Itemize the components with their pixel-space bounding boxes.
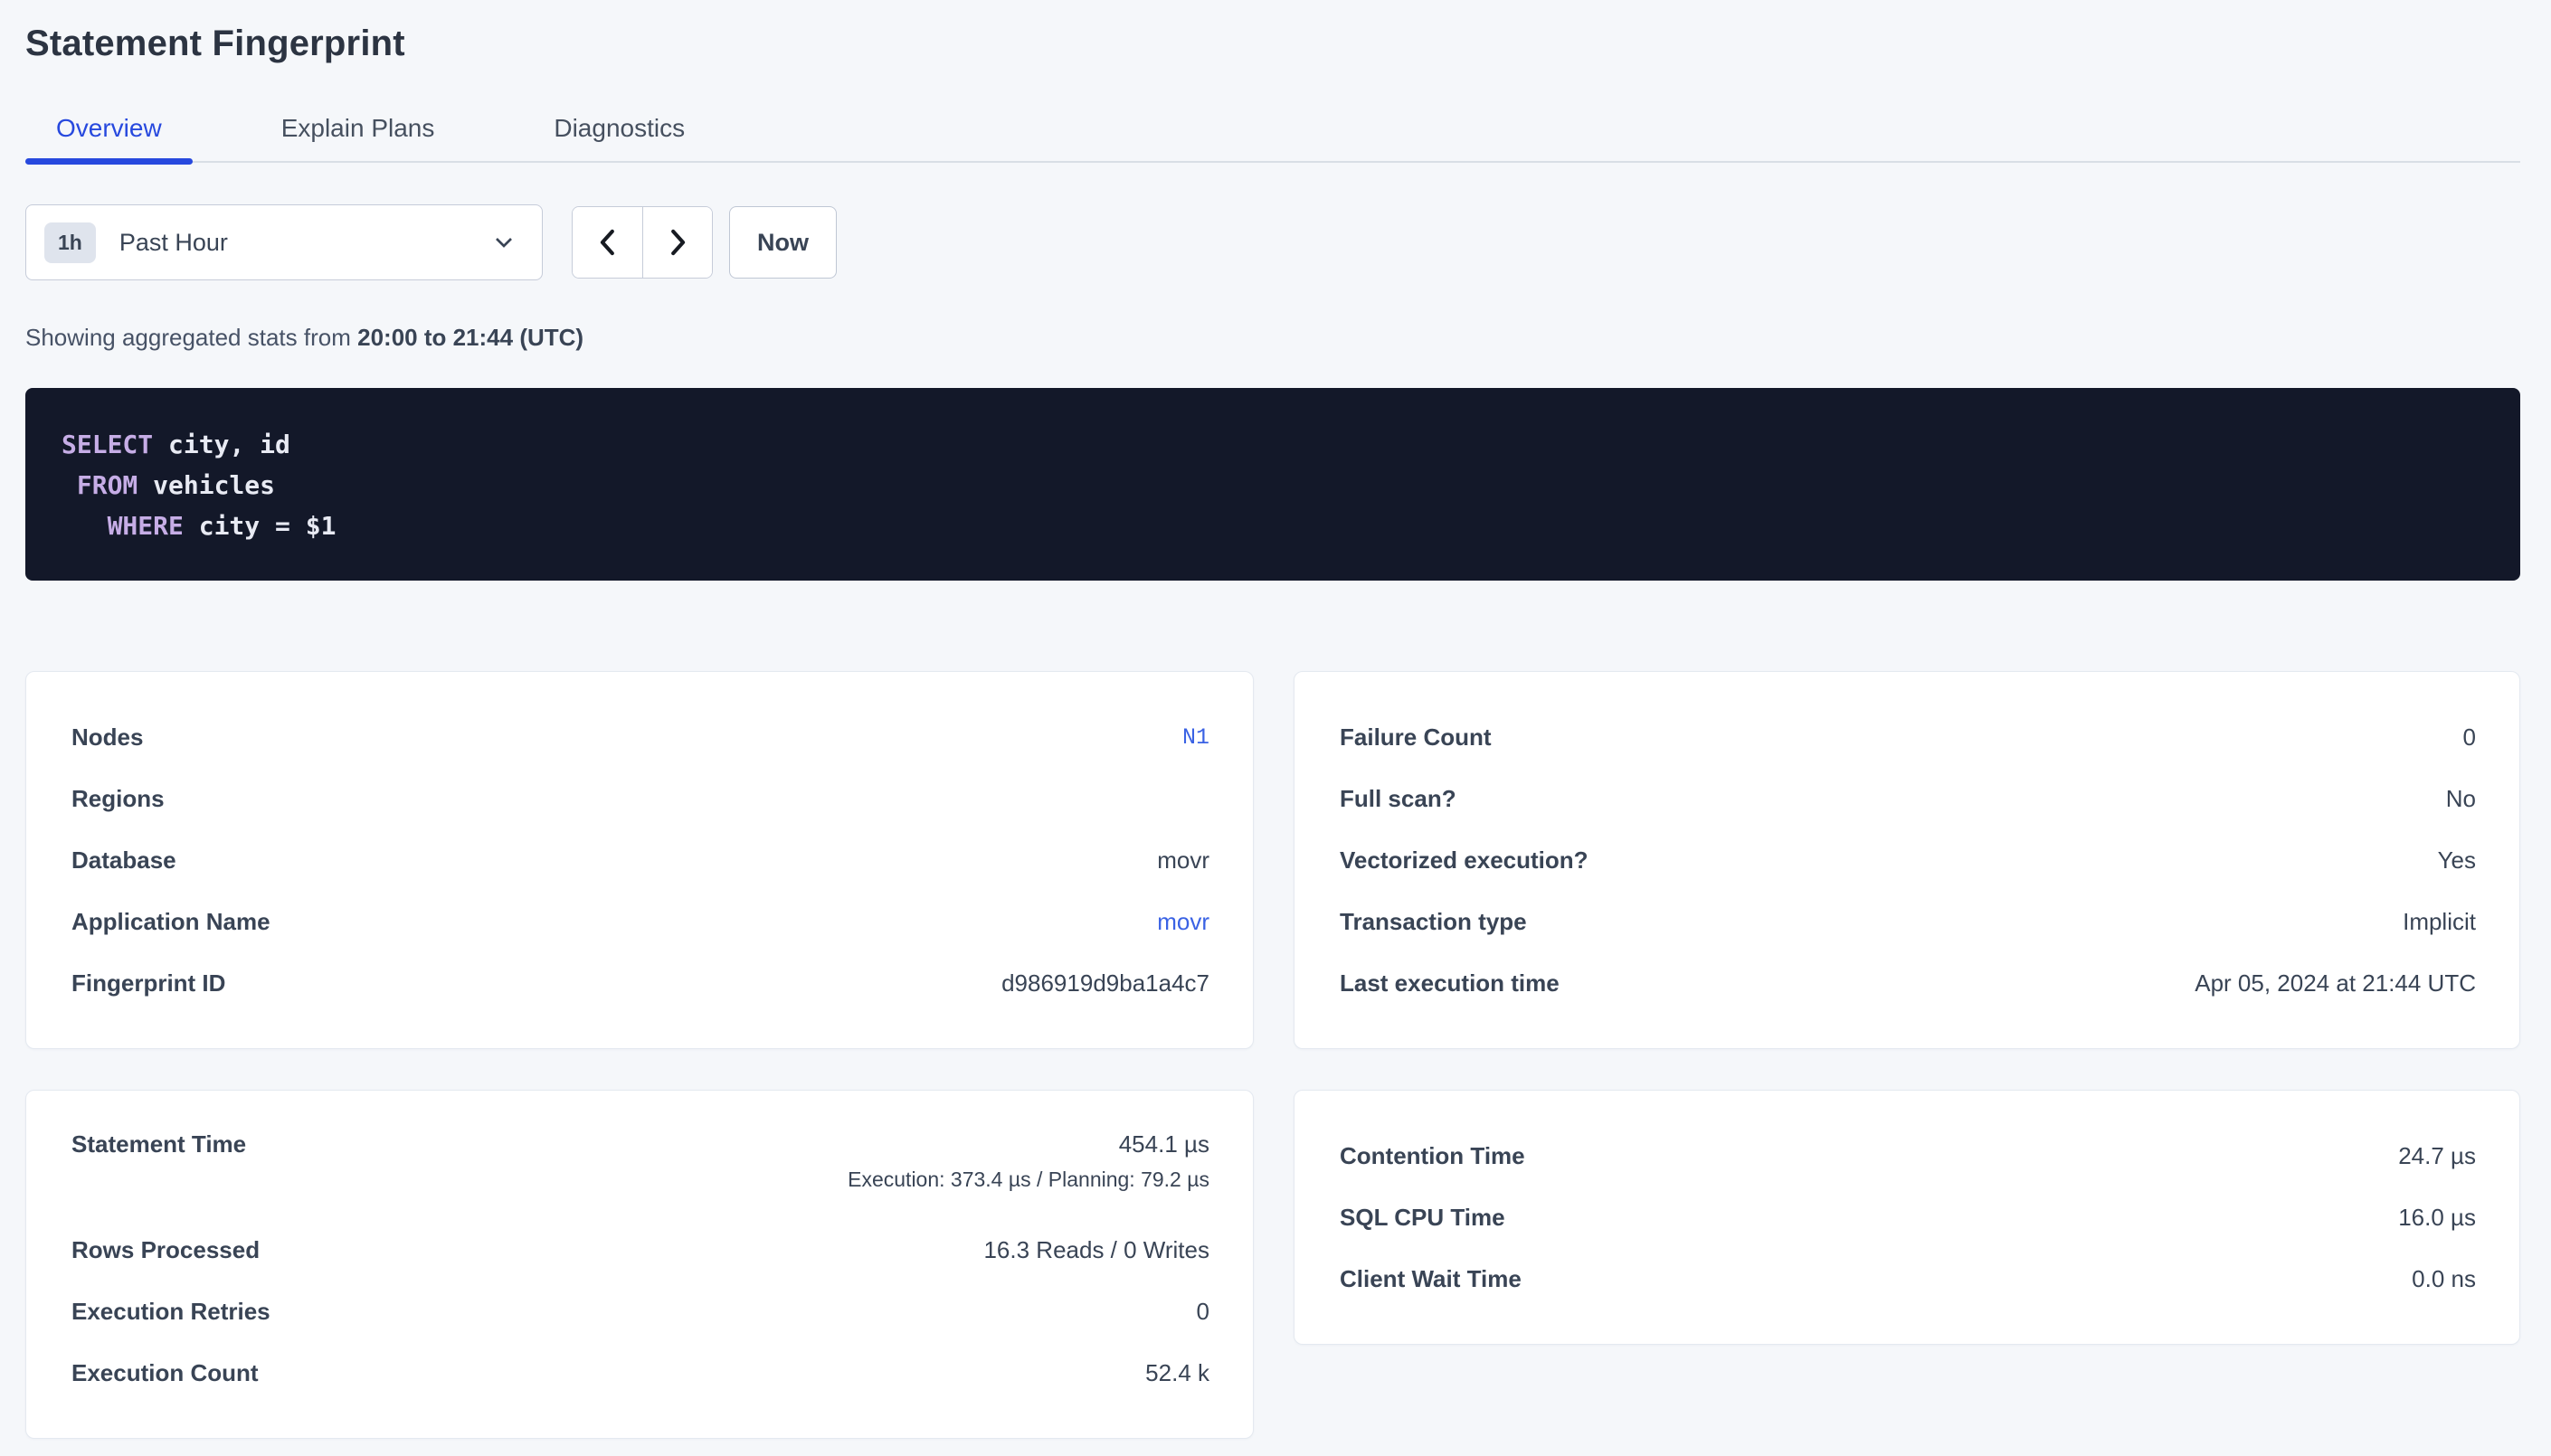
- chevron-left-icon: [594, 227, 621, 258]
- row-label: Fingerprint ID: [71, 969, 225, 997]
- row-value: movr: [1157, 846, 1209, 875]
- table-row: Database movr: [71, 829, 1209, 891]
- aggregated-stats-line: Showing aggregated stats from 20:00 to 2…: [25, 324, 2520, 352]
- page-title: Statement Fingerprint: [25, 24, 2520, 63]
- tab-overview[interactable]: Overview: [25, 114, 193, 161]
- row-label: Transaction type: [1340, 908, 1527, 936]
- statement-performance-card: Statement Time 454.1 µs Execution: 373.4…: [25, 1090, 1254, 1439]
- table-row: Transaction type Implicit: [1340, 891, 2476, 952]
- row-label: Application Name: [71, 908, 270, 936]
- time-step-buttons: [572, 206, 713, 279]
- row-value: 0.0 ns: [2412, 1265, 2476, 1293]
- tab-diagnostics[interactable]: Diagnostics: [523, 114, 716, 161]
- row-label: Failure Count: [1340, 723, 1492, 752]
- row-value: Yes: [2438, 846, 2476, 875]
- table-row: Execution Retries 0: [71, 1281, 1209, 1342]
- row-label: Execution Count: [71, 1359, 259, 1387]
- table-row: Rows Processed 16.3 Reads / 0 Writes: [71, 1219, 1209, 1281]
- stats-line-prefix: Showing aggregated stats from: [25, 324, 357, 351]
- time-controls: 1h Past Hour Now: [25, 204, 2520, 280]
- row-label: Statement Time: [71, 1130, 246, 1158]
- tab-explain-plans[interactable]: Explain Plans: [251, 114, 466, 161]
- node-link[interactable]: N1: [1182, 724, 1209, 751]
- row-label: Vectorized execution?: [1340, 846, 1588, 875]
- sql-keyword: FROM: [62, 470, 138, 500]
- application-name-link[interactable]: movr: [1157, 908, 1209, 936]
- row-label: Nodes: [71, 723, 143, 752]
- fingerprint-id-value: d986919d9ba1a4c7: [1001, 969, 1209, 997]
- table-row: Statement Time 454.1 µs Execution: 373.4…: [71, 1125, 1209, 1219]
- row-value: 454.1 µs: [1119, 1130, 1209, 1158]
- row-value-group: 454.1 µs Execution: 373.4 µs / Planning:…: [848, 1130, 1209, 1192]
- sql-keyword: WHERE: [62, 511, 184, 541]
- previous-interval-button[interactable]: [573, 207, 642, 278]
- row-label: Execution Retries: [71, 1298, 270, 1326]
- time-range-dropdown[interactable]: 1h Past Hour: [25, 204, 543, 280]
- table-row: Vectorized execution? Yes: [1340, 829, 2476, 891]
- row-value: 0: [1197, 1298, 1209, 1326]
- row-value: 0: [2463, 723, 2476, 752]
- row-label: Database: [71, 846, 176, 875]
- table-row: Nodes N1: [71, 706, 1209, 768]
- row-subvalue: Execution: 373.4 µs / Planning: 79.2 µs: [848, 1168, 1209, 1192]
- row-label: Rows Processed: [71, 1236, 260, 1264]
- table-row: Last execution time Apr 05, 2024 at 21:4…: [1340, 952, 2476, 1014]
- statement-info-card: Nodes N1 Regions Database movr Applicati…: [25, 671, 1254, 1049]
- table-row: Full scan? No: [1340, 768, 2476, 829]
- table-row: SQL CPU Time 16.0 µs: [1340, 1187, 2476, 1248]
- table-row: Execution Count 52.4 k: [71, 1342, 1209, 1404]
- row-value: 16.0 µs: [2398, 1204, 2476, 1232]
- summary-cards: Nodes N1 Regions Database movr Applicati…: [25, 671, 2520, 1439]
- row-label: Client Wait Time: [1340, 1265, 1522, 1293]
- sql-keyword: SELECT: [62, 430, 153, 459]
- table-row: Failure Count 0: [1340, 706, 2476, 768]
- row-label: Contention Time: [1340, 1142, 1525, 1170]
- table-row: Fingerprint ID d986919d9ba1a4c7: [71, 952, 1209, 1014]
- statement-fingerprint-page: Statement Fingerprint Overview Explain P…: [0, 0, 2551, 1439]
- row-value: 52.4 k: [1145, 1359, 1209, 1387]
- row-value: Implicit: [2403, 908, 2476, 936]
- time-range-label: Past Hour: [119, 229, 228, 257]
- table-row: Contention Time 24.7 µs: [1340, 1125, 2476, 1187]
- last-execution-time-value: Apr 05, 2024 at 21:44 UTC: [2195, 969, 2476, 997]
- table-row: Application Name movr: [71, 891, 1209, 952]
- row-value: No: [2446, 785, 2476, 813]
- sql-statement-box: SELECT city, id FROM vehicles WHERE city…: [25, 388, 2520, 581]
- interval-badge: 1h: [44, 222, 96, 263]
- row-value: 16.3 Reads / 0 Writes: [983, 1236, 1209, 1264]
- sql-text: city, id: [153, 430, 290, 459]
- row-label: Full scan?: [1340, 785, 1456, 813]
- sql-statement: SELECT city, id FROM vehicles WHERE city…: [62, 424, 2484, 546]
- row-label: Last execution time: [1340, 969, 1560, 997]
- sql-text: city = $1: [184, 511, 337, 541]
- row-value: 24.7 µs: [2398, 1142, 2476, 1170]
- stats-line-range: 20:00 to 21:44 (UTC): [357, 324, 583, 351]
- sql-text: vehicles: [138, 470, 275, 500]
- next-interval-button[interactable]: [642, 207, 712, 278]
- tab-bar: Overview Explain Plans Diagnostics: [25, 114, 2520, 163]
- row-label: Regions: [71, 785, 165, 813]
- wait-time-card: Contention Time 24.7 µs SQL CPU Time 16.…: [1294, 1090, 2520, 1345]
- table-row: Client Wait Time 0.0 ns: [1340, 1248, 2476, 1309]
- now-button[interactable]: Now: [729, 206, 837, 279]
- chevron-down-icon: [489, 228, 518, 257]
- chevron-right-icon: [664, 227, 691, 258]
- table-row: Regions: [71, 768, 1209, 829]
- execution-attributes-card: Failure Count 0 Full scan? No Vectorized…: [1294, 671, 2520, 1049]
- row-label: SQL CPU Time: [1340, 1204, 1505, 1232]
